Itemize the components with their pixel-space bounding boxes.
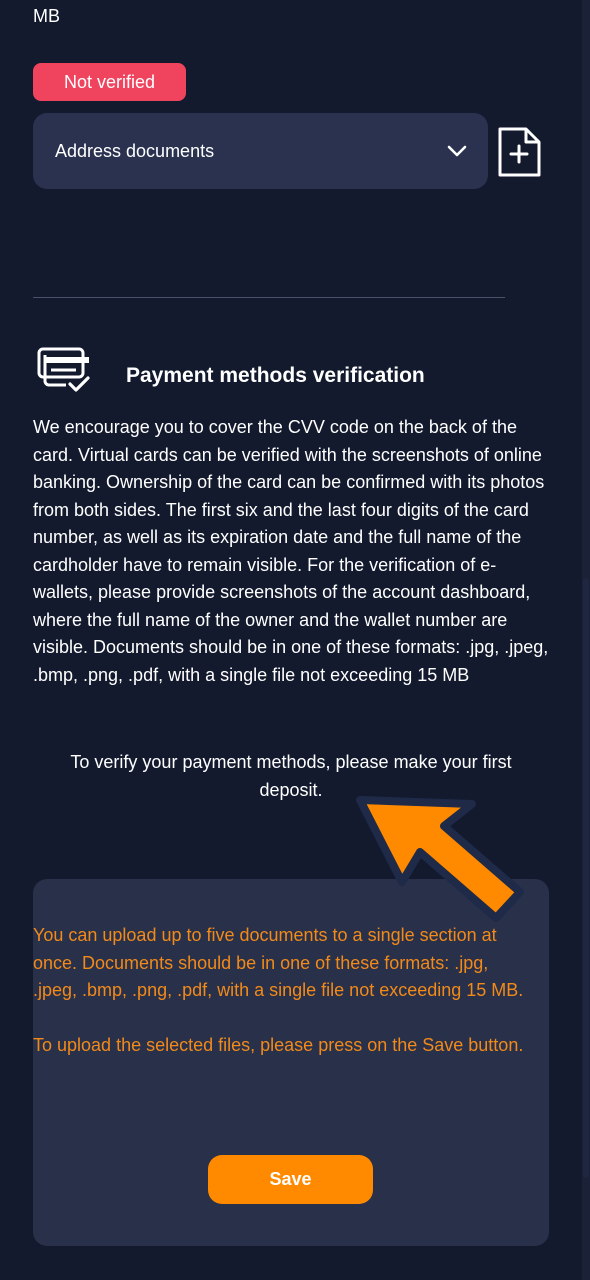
scrollbar-thumb[interactable] [583, 578, 589, 1178]
upload-info: You can upload up to five documents to a… [33, 922, 533, 1060]
select-value: Address documents [55, 140, 215, 161]
section-title: Payment methods verification [126, 364, 425, 387]
save-button[interactable]: Save [208, 1155, 373, 1204]
previous-section-text: MB [33, 6, 60, 26]
section-divider [33, 297, 505, 298]
chevron-down-icon [447, 145, 467, 157]
upload-hint-text: To upload the selected files, please pre… [33, 1035, 524, 1055]
pointer-arrow-icon [356, 796, 524, 922]
page: MB Not verified Address documents Paymen… [0, 0, 590, 1280]
address-documents-select[interactable]: Address documents [33, 113, 488, 189]
credit-cards-check-icon [37, 347, 90, 392]
status-badge: Not verified [33, 63, 186, 101]
section-description: We encourage you to cover the CVV code o… [33, 417, 549, 685]
upload-info-text: You can upload up to five documents to a… [33, 925, 524, 1000]
file-plus-icon[interactable] [496, 126, 542, 178]
